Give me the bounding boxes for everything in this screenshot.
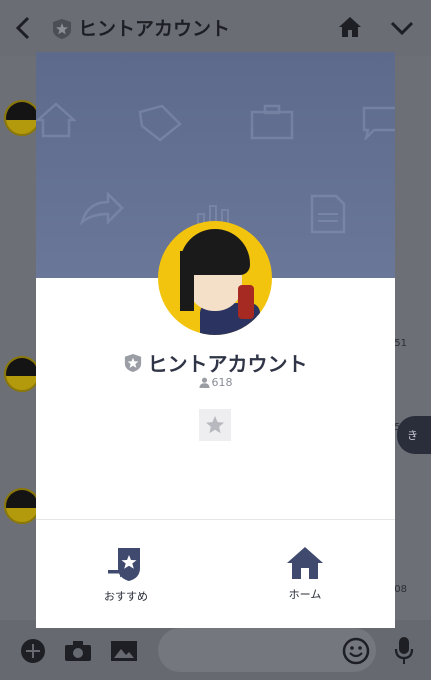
account-profile-modal: ヒントアカウント 618 おすすめ ホーム bbox=[36, 52, 395, 628]
decor-tag-icon bbox=[138, 104, 182, 142]
favorite-button[interactable] bbox=[199, 409, 231, 441]
chat-avatar[interactable] bbox=[4, 488, 40, 524]
plus-icon[interactable] bbox=[20, 638, 46, 664]
person-icon bbox=[198, 377, 210, 388]
official-badge-icon bbox=[124, 353, 141, 372]
divider bbox=[36, 519, 395, 520]
official-badge-icon bbox=[53, 19, 71, 39]
chat-title: ヒントアカウント bbox=[78, 18, 231, 40]
recommend-icon bbox=[108, 548, 140, 581]
chat-avatar[interactable] bbox=[4, 356, 40, 392]
chat-avatar[interactable] bbox=[4, 100, 40, 136]
microphone-icon[interactable] bbox=[394, 636, 414, 666]
account-name-row: ヒントアカウント bbox=[36, 348, 395, 377]
account-avatar[interactable] bbox=[158, 221, 272, 335]
chevron-down-icon[interactable] bbox=[390, 20, 414, 36]
emoji-icon[interactable] bbox=[342, 637, 370, 665]
decor-document-icon bbox=[310, 194, 346, 234]
friend-count-value: 618 bbox=[211, 376, 233, 389]
image-icon[interactable] bbox=[110, 640, 138, 662]
decor-chat-icon bbox=[362, 106, 395, 140]
star-icon bbox=[206, 416, 224, 434]
home-icon bbox=[287, 547, 323, 579]
message-bubble[interactable]: き bbox=[397, 416, 431, 454]
recommend-label: おすすめ bbox=[104, 590, 148, 603]
decor-briefcase-icon bbox=[250, 104, 294, 140]
home-icon[interactable] bbox=[338, 16, 362, 38]
friend-count: 618 bbox=[36, 376, 395, 389]
home-label: ホーム bbox=[288, 588, 322, 601]
message-timestamp: 08 bbox=[394, 584, 407, 595]
top-bar: ヒントアカウント bbox=[0, 0, 431, 56]
home-button[interactable]: ホーム bbox=[255, 546, 355, 602]
camera-icon[interactable] bbox=[64, 640, 92, 662]
recommend-button[interactable]: おすすめ bbox=[76, 546, 176, 604]
decor-share-icon bbox=[79, 192, 124, 226]
back-arrow-icon[interactable] bbox=[12, 14, 36, 42]
account-name: ヒントアカウント bbox=[147, 352, 308, 376]
message-timestamp: 51 bbox=[394, 338, 407, 349]
decor-home-icon bbox=[36, 102, 76, 138]
